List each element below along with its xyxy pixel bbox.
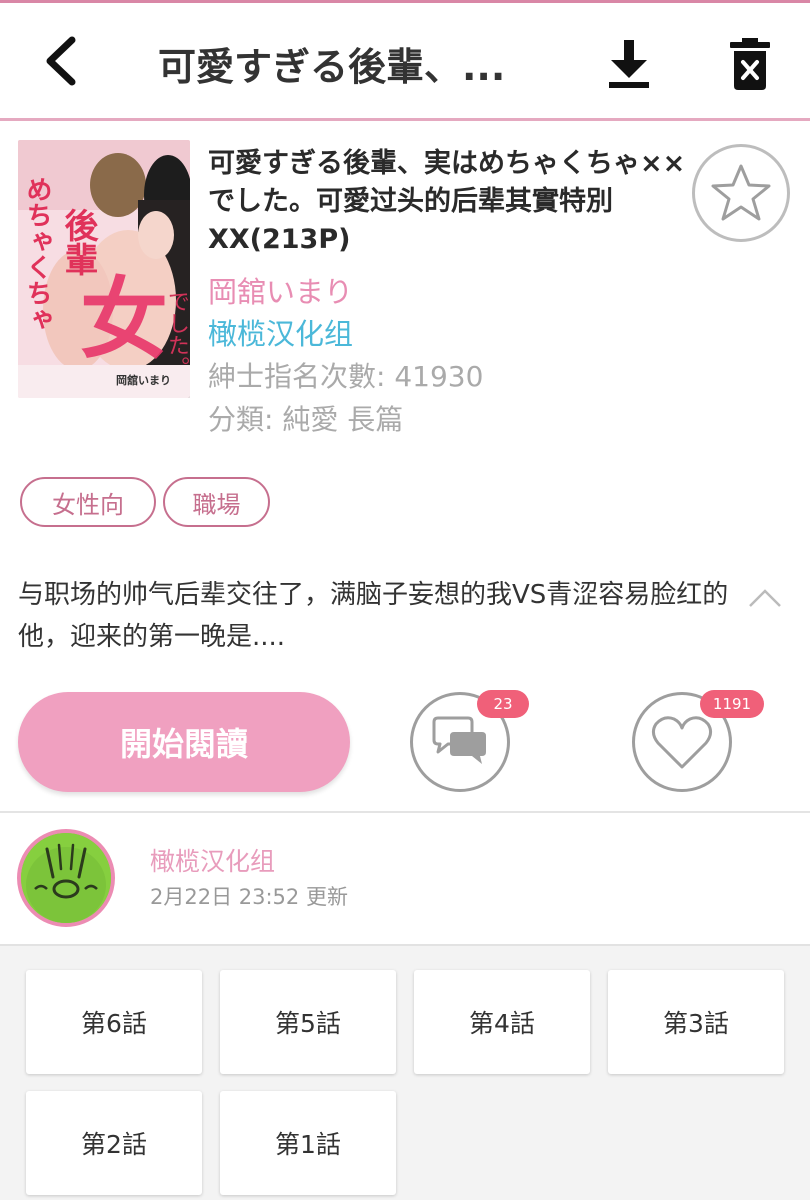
update-time: 2月22日 23:52 更新 xyxy=(150,885,348,909)
chapter-button[interactable]: 第2話 xyxy=(26,1091,202,1195)
comments-count-badge: 23 xyxy=(477,690,529,718)
group-link[interactable]: 橄榄汉化组 xyxy=(208,315,353,353)
avatar[interactable] xyxy=(17,829,115,927)
cover-image[interactable]: めちゃくちゃ 後輩 女 でした。 岡舘いまり xyxy=(18,140,190,398)
chapter-button[interactable]: 第6話 xyxy=(26,970,202,1074)
category-info: 分類: 純愛 長篇 xyxy=(208,403,404,436)
tag-chip[interactable]: 職場 xyxy=(163,477,270,527)
chevron-up-icon xyxy=(749,589,781,607)
download-button[interactable] xyxy=(600,33,658,95)
cover-title-vertical: めちゃくちゃ xyxy=(22,176,52,332)
chapter-button[interactable]: 第4話 xyxy=(414,970,590,1074)
delete-icon xyxy=(730,38,770,90)
back-button[interactable] xyxy=(30,31,90,91)
heart-icon xyxy=(651,716,713,769)
cover-author-stamp: 岡舘いまり xyxy=(116,374,171,387)
cover-title-big: 女 xyxy=(80,268,169,371)
chapter-button[interactable]: 第3話 xyxy=(608,970,784,1074)
star-icon xyxy=(711,164,771,221)
collapse-button[interactable] xyxy=(745,578,785,618)
author-link[interactable]: 岡舘いまり xyxy=(208,273,353,311)
section-divider xyxy=(0,811,810,813)
comment-icon xyxy=(432,716,486,764)
comic-title: 可愛すぎる後輩、実はめちゃくちゃ××でした。可愛过头的后辈其實特別XX(213P… xyxy=(208,148,686,255)
description: 与职场的帅气后辈交往了，满脑子妄想的我VS青涩容易脸红的他，迎来的第一晚是...… xyxy=(18,580,729,652)
view-count: 紳士指名次數: 41930 xyxy=(208,360,484,393)
start-reading-button[interactable]: 開始閱讀 xyxy=(18,692,350,792)
avatar-face xyxy=(21,833,111,923)
chapter-button[interactable]: 第1話 xyxy=(220,1091,396,1195)
chapter-button[interactable]: 第5話 xyxy=(220,970,396,1074)
cover-title-small: 後輩 xyxy=(58,208,98,276)
likes-count-badge: 1191 xyxy=(700,690,764,718)
download-icon xyxy=(609,40,649,88)
uploader-name[interactable]: 橄榄汉化组 xyxy=(150,845,275,879)
favorite-button[interactable] xyxy=(692,144,790,242)
cover-title-suffix: でした。 xyxy=(164,290,189,378)
delete-button[interactable] xyxy=(720,33,780,95)
back-arrow-icon xyxy=(46,36,76,86)
appbar-divider xyxy=(0,118,810,121)
tag-chip[interactable]: 女性向 xyxy=(20,477,156,527)
page-title: 可愛すぎる後輩、... xyxy=(158,45,506,89)
app-bar: 可愛すぎる後輩、... xyxy=(0,3,810,118)
